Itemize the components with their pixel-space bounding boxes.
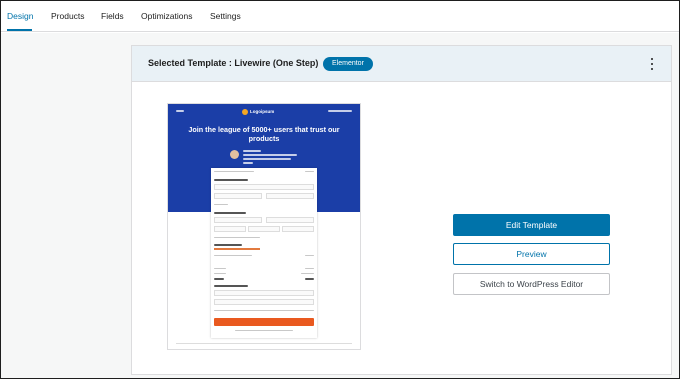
logo-icon	[242, 109, 248, 115]
main-content: Selected Template : Livewire (One Step) …	[1, 33, 679, 378]
preview-button[interactable]: Preview	[453, 243, 610, 265]
active-tab-indicator	[7, 29, 32, 31]
card-header: Selected Template : Livewire (One Step) …	[132, 46, 671, 82]
tab-fields[interactable]: Fields	[101, 11, 124, 21]
edit-template-button[interactable]: Edit Template	[453, 214, 610, 236]
tab-optimizations[interactable]: Optimizations	[141, 11, 193, 21]
kebab-menu-icon[interactable]	[648, 56, 656, 72]
tab-design[interactable]: Design	[7, 11, 33, 21]
template-card: Selected Template : Livewire (One Step) …	[131, 45, 672, 375]
thumbnail-checkout-form	[211, 168, 317, 338]
selected-template-title: Selected Template : Livewire (One Step)	[148, 58, 319, 68]
tab-products[interactable]: Products	[51, 11, 85, 21]
thumbnail-headline: Join the league of 5000+ users that trus…	[188, 125, 340, 143]
thumbnail-place-order-button	[214, 318, 314, 326]
builder-badge: Elementor	[323, 57, 373, 71]
template-thumbnail: Logoipsum Join the league of 5000+ users…	[167, 103, 361, 350]
thumbnail-logo: Logoipsum	[250, 109, 275, 114]
avatar	[230, 150, 239, 159]
tab-bar: Design Products Fields Optimizations Set…	[1, 1, 679, 32]
thumbnail-footer	[176, 343, 352, 345]
tab-settings[interactable]: Settings	[210, 11, 241, 21]
switch-to-wordpress-editor-button[interactable]: Switch to WordPress Editor	[453, 273, 610, 295]
